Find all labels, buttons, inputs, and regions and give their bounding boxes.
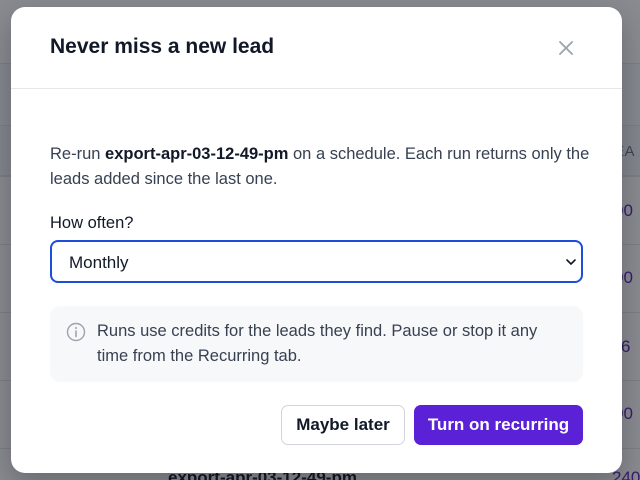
close-icon [559,41,573,55]
dialog-header: Never miss a new lead [11,7,622,89]
close-button[interactable] [551,33,581,63]
maybe-later-button[interactable]: Maybe later [281,405,405,445]
export-name: export-apr-03-12-49-pm [105,145,289,163]
turn-on-recurring-button[interactable]: Turn on recurring [414,405,583,445]
info-text: Runs use credits for the leads they find… [97,322,538,365]
dialog-description: Re-run export-apr-03-12-49-pm on a sched… [50,142,590,192]
dialog-title: Never miss a new lead [50,35,275,58]
frequency-select[interactable]: Monthly [50,240,583,283]
description-prefix: Re-run [50,145,106,163]
recurring-export-dialog: Never miss a new lead Re-run export-apr-… [11,7,622,473]
info-icon [66,322,86,342]
frequency-selected-value: Monthly [69,253,129,272]
frequency-label: How often? [50,214,134,232]
info-callout: Runs use credits for the leads they find… [50,306,583,382]
chevron-down-icon [566,259,576,265]
